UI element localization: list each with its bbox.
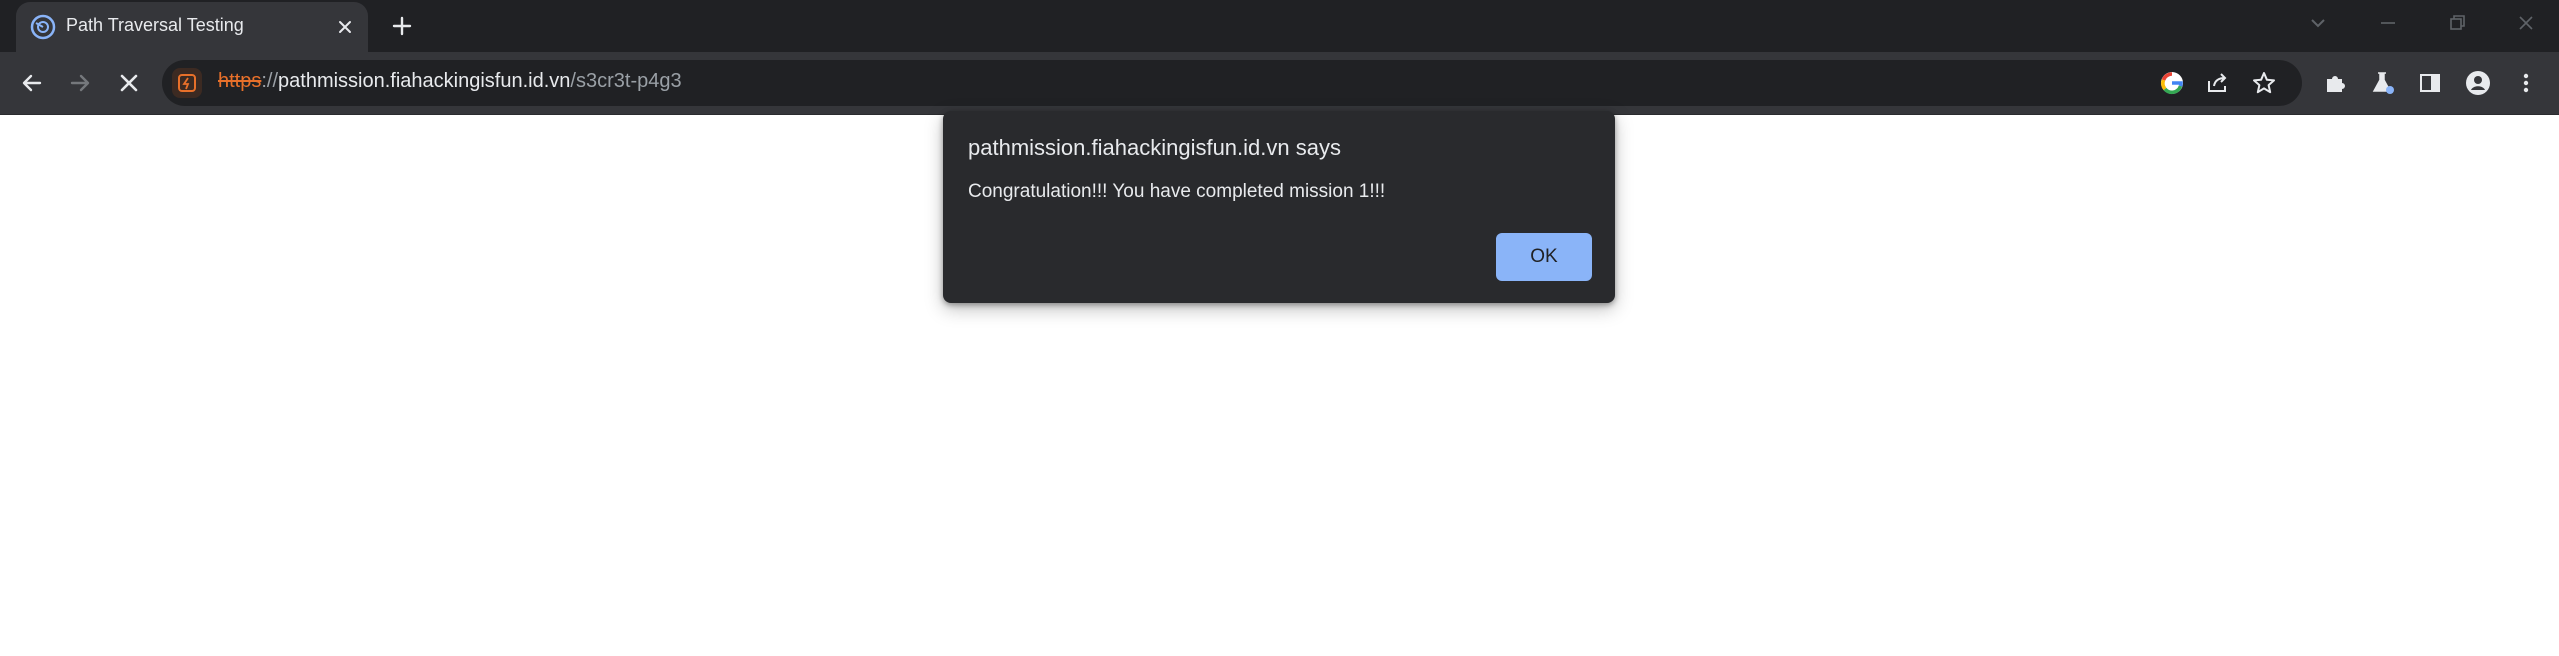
bookmark-star-icon[interactable] [2250, 69, 2278, 97]
alert-dialog: pathmission.fiahackingisfun.id.vn says C… [943, 111, 1615, 303]
extensions-puzzle-icon[interactable] [2322, 69, 2350, 97]
tab-favicon-icon [30, 14, 56, 40]
more-menu-icon[interactable] [2512, 69, 2540, 97]
browser-toolbar: https://pathmission.fiahackingisfun.id.v… [0, 52, 2559, 115]
labs-flask-icon[interactable] [2368, 69, 2396, 97]
share-icon[interactable] [2204, 69, 2232, 97]
back-arrow-icon[interactable] [18, 69, 46, 97]
url-host: pathmission.fiahackingisfun.id.vn [278, 70, 571, 92]
tab-strip: Path Traversal Testing [0, 0, 2559, 52]
google-lens-icon[interactable] [2158, 69, 2186, 97]
tab-search-chevron-icon[interactable] [2305, 10, 2331, 36]
stop-loading-icon[interactable] [115, 69, 143, 97]
url-scheme: https [218, 70, 262, 92]
close-window-icon[interactable] [2513, 10, 2539, 36]
minimize-icon[interactable] [2375, 10, 2401, 36]
tab-close-icon[interactable] [334, 16, 356, 38]
url-path: /s3cr3t-p4g3 [570, 70, 682, 92]
url-separator: :// [261, 70, 279, 92]
forward-arrow-icon[interactable] [66, 69, 94, 97]
dialog-message: Congratulation!!! You have completed mis… [968, 181, 1386, 202]
profile-avatar-icon[interactable] [2464, 69, 2492, 97]
dialog-title: pathmission.fiahackingisfun.id.vn says [968, 135, 1341, 160]
tab-title: Path Traversal Testing [66, 15, 244, 35]
site-info-icon[interactable] [172, 68, 202, 98]
new-tab-icon[interactable] [390, 14, 414, 38]
restore-icon[interactable] [2444, 10, 2470, 36]
url-text[interactable]: https://pathmission.fiahackingisfun.id.v… [218, 70, 682, 93]
side-panel-icon[interactable] [2416, 69, 2444, 97]
ok-button[interactable]: OK [1496, 233, 1592, 281]
tab-active[interactable]: Path Traversal Testing [16, 2, 368, 52]
address-bar[interactable]: https://pathmission.fiahackingisfun.id.v… [162, 60, 2302, 106]
